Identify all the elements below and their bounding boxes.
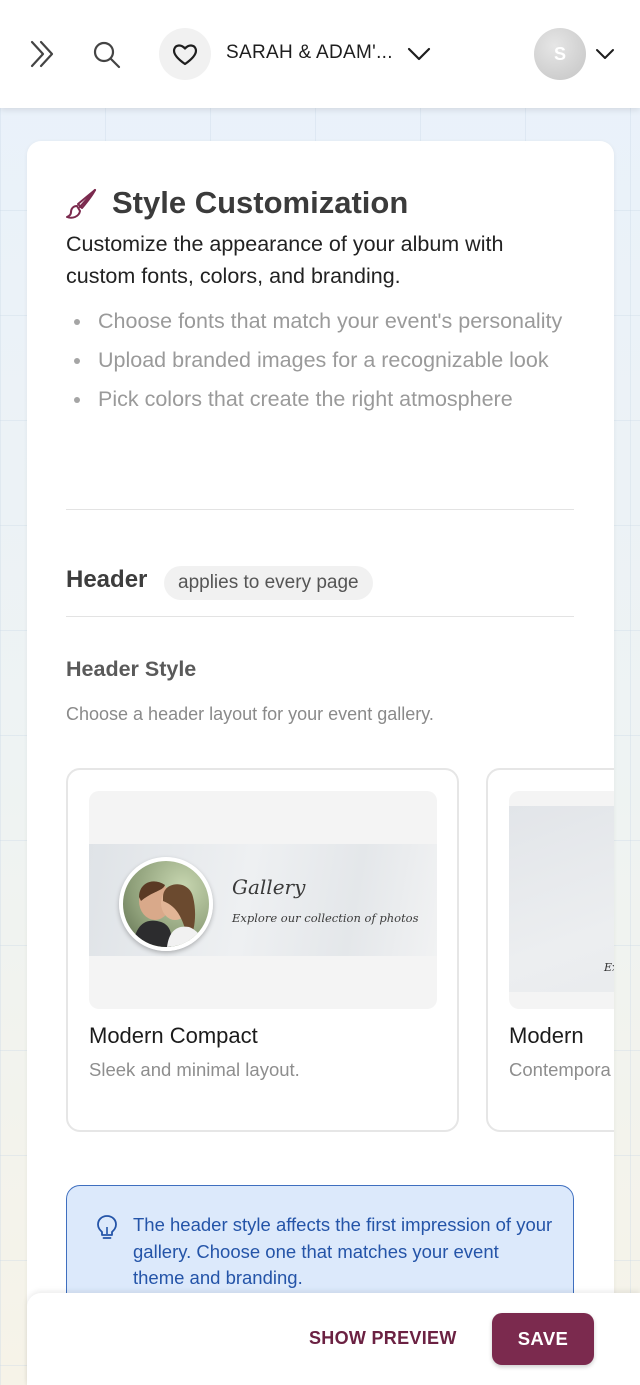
save-button[interactable]: SAVE xyxy=(492,1313,594,1365)
header-section-title: Header xyxy=(66,566,148,593)
preview-tagline: Explore our collection of photos xyxy=(232,911,419,925)
preview-title: Gallery xyxy=(232,875,306,899)
paintbrush-icon xyxy=(66,188,97,219)
header-option-modern-compact[interactable]: Gallery Explore our collection of photos… xyxy=(66,768,459,1132)
option-description: Sleek and minimal layout. xyxy=(89,1059,300,1080)
list-item: Upload branded images for a recognizable… xyxy=(66,344,566,377)
header-preview-image: Gallery Explore our collection of photos xyxy=(89,791,437,1009)
lightbulb-icon xyxy=(97,1215,117,1239)
applies-badge: applies to every page xyxy=(164,566,373,600)
option-name: Modern xyxy=(509,1023,584,1048)
search-button[interactable] xyxy=(86,34,126,74)
avatar[interactable]: S xyxy=(534,28,586,80)
top-bar: SARAH & ADAM'... S xyxy=(0,0,640,108)
page-title: Style Customization xyxy=(112,185,409,220)
header-style-description: Choose a header layout for your event ga… xyxy=(66,704,434,724)
action-bar: SHOW PREVIEW SAVE xyxy=(27,1293,640,1385)
header-option-modern[interactable]: Ex Modern Contempora xyxy=(486,768,614,1132)
chevron-down-icon xyxy=(596,49,614,59)
option-description: Contempora xyxy=(509,1059,611,1080)
list-item: Choose fonts that match your event's per… xyxy=(66,305,566,338)
divider xyxy=(66,509,574,510)
list-item: Pick colors that create the right atmosp… xyxy=(66,383,566,416)
style-customization-card: Style Customization Customize the appear… xyxy=(27,141,614,1385)
album-icon-button[interactable] xyxy=(159,28,211,80)
preview-banner xyxy=(509,806,614,992)
option-name: Modern Compact xyxy=(89,1023,258,1048)
feature-list: Choose fonts that match your event's per… xyxy=(66,305,566,422)
chevron-down-icon xyxy=(407,47,431,61)
tip-text: The header style affects the first impre… xyxy=(133,1214,553,1288)
section-description: Customize the appearance of your album w… xyxy=(66,232,504,288)
account-dropdown-button[interactable] xyxy=(590,38,620,70)
expand-sidebar-button[interactable] xyxy=(22,34,62,74)
couple-photo-illustration xyxy=(133,881,203,947)
expand-icon xyxy=(30,40,54,68)
couple-photo xyxy=(119,857,213,951)
header-preview-image: Ex xyxy=(509,791,614,1009)
search-icon xyxy=(93,41,121,69)
divider xyxy=(66,616,574,617)
album-name[interactable]: SARAH & ADAM'... xyxy=(226,42,393,64)
heart-icon xyxy=(173,44,197,66)
show-preview-button[interactable]: SHOW PREVIEW xyxy=(297,1313,469,1363)
header-style-title: Header Style xyxy=(66,657,197,681)
preview-tagline: Ex xyxy=(604,961,614,974)
album-dropdown-button[interactable] xyxy=(402,36,436,72)
